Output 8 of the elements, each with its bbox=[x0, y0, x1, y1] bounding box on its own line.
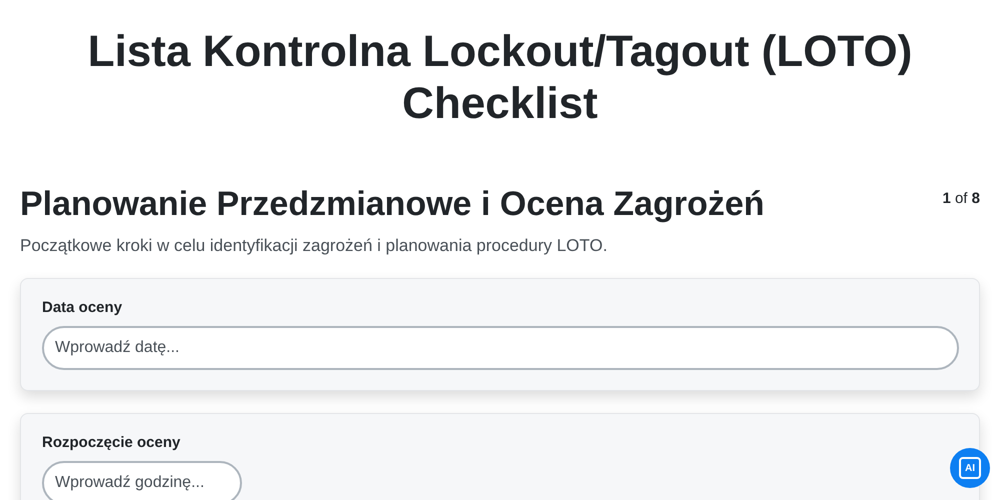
step-counter: 1 of 8 bbox=[942, 190, 980, 207]
page-title: Lista Kontrolna Lockout/Tagout (LOTO) Checklist bbox=[86, 26, 914, 130]
section-heading: Planowanie Przedzmianowe i Ocena Zagrożeń bbox=[20, 184, 764, 225]
input-field[interactable]: Wprowadź datę... bbox=[42, 326, 959, 370]
section-description: Początkowe kroki w celu identyfikacji zagrożeń i planowania procedury LOTO. bbox=[20, 236, 608, 256]
field-label: Rozpoczęcie oceny bbox=[42, 434, 182, 451]
field-label: Data oceny bbox=[42, 299, 124, 316]
input-field[interactable]: Wprowadź godzinę... bbox=[42, 461, 242, 500]
